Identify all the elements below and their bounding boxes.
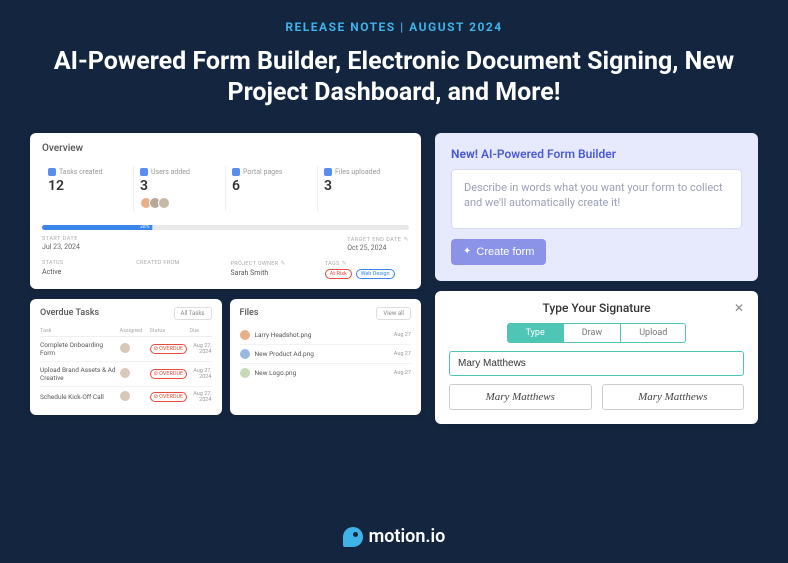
signature-input[interactable] (449, 351, 744, 376)
signature-title: Type Your Signature (542, 301, 650, 315)
stat-users: Users added 3 (134, 166, 226, 211)
progress-label: 28% (137, 225, 152, 230)
overdue-badge: ⊘ OVERDUE (150, 369, 188, 379)
footer-brand: motion.io (0, 526, 788, 547)
close-icon[interactable]: ✕ (734, 301, 744, 315)
file-row[interactable]: Larry Headshot.png Aug 27 (240, 326, 412, 345)
files-title: Files (240, 308, 259, 318)
files-icon (324, 168, 332, 176)
task-header: Task Assigned Status Due (40, 326, 212, 337)
release-label: RELEASE NOTES | AUGUST 2024 (40, 20, 748, 34)
file-thumb-icon (240, 330, 250, 340)
overview-title: Overview (42, 143, 409, 154)
files-card: Files View all Larry Headshot.png Aug 27… (230, 299, 422, 415)
file-row[interactable]: New Product Ad.png Aug 27 (240, 345, 412, 364)
signature-preview-2[interactable]: Mary Matthews (602, 384, 745, 410)
all-tasks-button[interactable]: All Tasks (174, 307, 212, 320)
user-avatars (140, 197, 219, 209)
tab-upload[interactable]: Upload (621, 323, 686, 343)
avatar (120, 368, 130, 378)
avatar (158, 197, 170, 209)
users-icon (140, 168, 148, 176)
overview-card: Overview Tasks created 12 Users added 3 (30, 133, 421, 289)
task-row[interactable]: Schedule Kick-Off Call ⊘ OVERDUE Aug 27,… (40, 387, 212, 407)
avatar (120, 391, 130, 401)
ai-form-builder-card: New! AI-Powered Form Builder Describe in… (435, 133, 758, 281)
signature-card: Type Your Signature ✕ Type Draw Upload M… (435, 291, 758, 424)
owner-block: PROJECT OWNER✎ Sarah Smith (231, 260, 315, 279)
stat-pages: Portal pages 6 (226, 166, 318, 211)
file-thumb-icon (240, 368, 250, 378)
ai-title: New! AI-Powered Form Builder (451, 147, 742, 161)
tags-block: TAGS✎ At Risk Web Design (325, 260, 409, 279)
tag-at-risk[interactable]: At Risk (325, 269, 352, 279)
overdue-tasks-card: Overdue Tasks All Tasks Task Assigned St… (30, 299, 222, 415)
end-date: TARGET END DATE✎ Oct 25, 2024 (347, 236, 409, 252)
task-row[interactable]: Upload Brand Assets & Ad Creative ⊘ OVER… (40, 362, 212, 387)
tab-type[interactable]: Type (507, 323, 564, 343)
status-block: STATUS Active (42, 260, 126, 279)
file-thumb-icon (240, 349, 250, 359)
stat-tasks: Tasks created 12 (42, 166, 134, 211)
overdue-badge: ⊘ OVERDUE (150, 344, 188, 354)
page-header: RELEASE NOTES | AUGUST 2024 AI-Powered F… (0, 0, 788, 119)
edit-icon[interactable]: ✎ (342, 260, 347, 267)
tab-draw[interactable]: Draw (564, 323, 621, 343)
progress-wrap: 28% START DATE Jul 23, 2024 TARGET END D… (42, 225, 409, 252)
sparkle-icon: ✦ (463, 246, 471, 257)
tasks-icon (48, 168, 56, 176)
signature-tabs: Type Draw Upload (449, 323, 744, 343)
progress-bar: 28% (42, 225, 409, 230)
pages-icon (232, 168, 240, 176)
create-form-button[interactable]: ✦ Create form (451, 239, 546, 265)
tag-web-design[interactable]: Web Design (356, 269, 395, 279)
edit-icon[interactable]: ✎ (403, 236, 409, 243)
created-block: CREATED FROM (136, 260, 220, 279)
start-date: START DATE Jul 23, 2024 (42, 236, 80, 252)
progress-fill (42, 225, 145, 230)
task-row[interactable]: Complete Onboarding Form ⊘ OVERDUE Aug 2… (40, 337, 212, 362)
signature-preview-1[interactable]: Mary Matthews (449, 384, 592, 410)
stats-row: Tasks created 12 Users added 3 Portal pa… (42, 162, 409, 215)
motion-logo-icon (343, 527, 363, 547)
edit-icon[interactable]: ✎ (280, 260, 285, 267)
overdue-title: Overdue Tasks (40, 308, 99, 318)
ai-description-input[interactable]: Describe in words what you want your for… (451, 169, 742, 229)
avatar (120, 343, 130, 353)
page-headline: AI-Powered Form Builder, Electronic Docu… (40, 46, 748, 109)
view-all-button[interactable]: View all (376, 307, 411, 320)
stat-files: Files uploaded 3 (318, 166, 409, 211)
file-row[interactable]: New Logo.png Aug 27 (240, 364, 412, 382)
overdue-badge: ⊘ OVERDUE (150, 392, 188, 402)
